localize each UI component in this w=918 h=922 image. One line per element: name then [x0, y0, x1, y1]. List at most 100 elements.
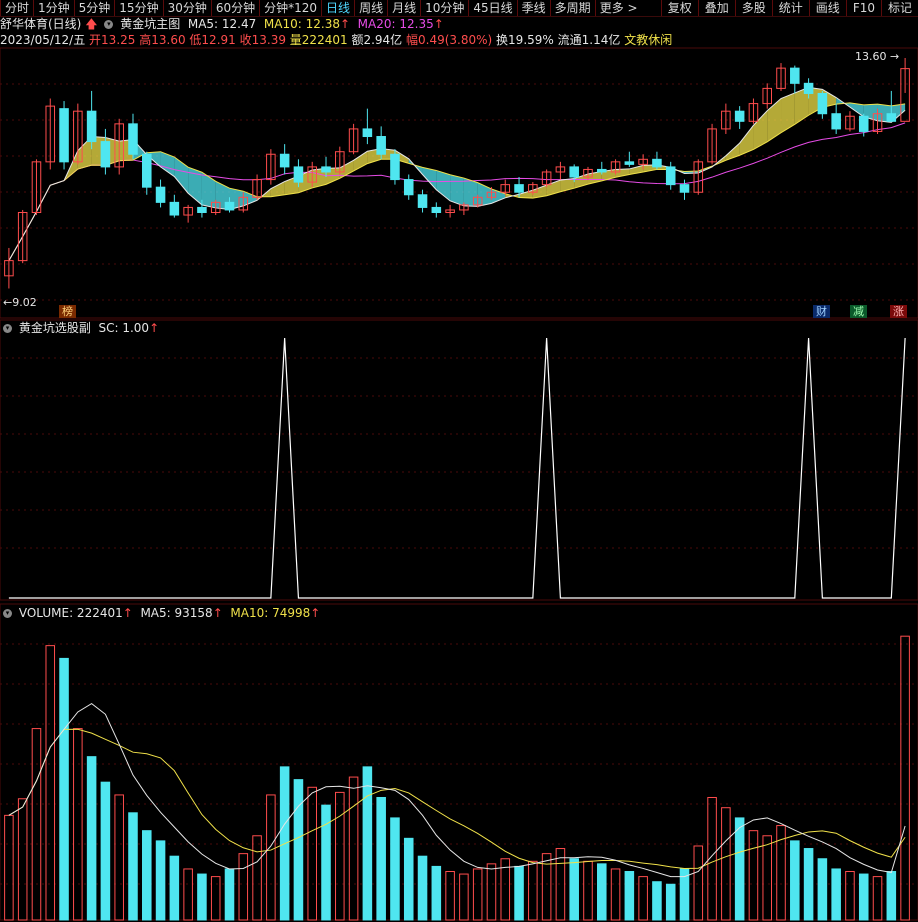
ma-ribbon-segment	[753, 110, 768, 150]
volume-bar	[128, 812, 138, 921]
chevron-down-icon[interactable]: ▾	[3, 324, 12, 333]
volume-bar	[638, 876, 648, 921]
sc-value: SC: 1.00	[98, 321, 150, 335]
volume-bar	[721, 807, 731, 921]
candle-body	[100, 141, 111, 168]
panel-frame-1	[0, 319, 918, 601]
volume-bar	[73, 728, 83, 921]
low-price-value: 9.02	[12, 296, 37, 309]
sc-signal-line	[8, 337, 906, 599]
candle-body	[362, 128, 373, 138]
candle-body	[665, 166, 676, 186]
volume-bar	[569, 858, 579, 921]
volume-ma10: MA10: 74998	[230, 606, 311, 620]
candle-body	[803, 82, 814, 94]
volume-bar	[348, 776, 359, 921]
bang-badge[interactable]: 榜	[59, 305, 76, 318]
volume-bar	[141, 830, 152, 921]
candle-body	[417, 194, 428, 208]
volume-bar	[693, 845, 704, 921]
volume-bar	[266, 794, 276, 921]
volume-bar	[403, 837, 414, 921]
volume-bar	[183, 868, 193, 921]
volume-bar	[790, 840, 800, 921]
volume-bar	[86, 756, 97, 921]
price-chart[interactable]	[0, 0, 918, 922]
volume-bar	[817, 858, 828, 921]
volume-bar	[197, 873, 207, 921]
candle-body	[831, 113, 841, 130]
ma-ribbon-segment	[781, 92, 795, 133]
volume-bar	[610, 868, 621, 921]
volume-bar	[17, 798, 28, 921]
volume-bar	[652, 881, 662, 921]
volume-bar	[845, 871, 855, 921]
chevron-down-icon[interactable]: ▾	[3, 609, 12, 618]
candle-body	[128, 123, 138, 155]
candle-body	[569, 166, 579, 178]
volume-bar	[335, 791, 345, 921]
volume-bar	[238, 853, 249, 921]
volume-bar	[831, 868, 841, 921]
volume-bar	[858, 873, 869, 921]
candle-body	[376, 136, 386, 155]
volume-bar	[362, 766, 373, 921]
candle-body	[886, 113, 897, 122]
candle-body	[59, 108, 69, 163]
candle-body	[596, 168, 607, 173]
volume-bar	[514, 865, 524, 921]
candle-body	[293, 166, 304, 183]
ma-ribbon-segment	[422, 167, 437, 190]
volume-bar	[390, 817, 400, 921]
volume-bar	[59, 657, 69, 921]
volume-bar	[472, 868, 483, 921]
ma-ribbon-segment	[353, 151, 368, 171]
cai-badge[interactable]: 财	[813, 305, 830, 318]
volume-bar	[665, 883, 676, 921]
volume-bar	[376, 796, 386, 921]
volume-bar	[252, 835, 262, 921]
sub-indicator-header: ▾ 黄金坑选股副 SC: 1.00↑	[0, 320, 159, 336]
candle-body	[197, 206, 207, 213]
volume-bar	[803, 848, 814, 921]
ma-ribbon-segment	[436, 170, 451, 201]
zhang-badge[interactable]: 涨	[890, 305, 907, 318]
candle-body	[390, 153, 400, 181]
volume-bar	[624, 871, 635, 921]
volume-bar	[596, 863, 607, 921]
sub-indicator-name[interactable]: 黄金坑选股副	[19, 321, 91, 335]
volume-bar	[445, 871, 455, 921]
candle-body	[86, 110, 97, 143]
candle-body	[169, 201, 180, 216]
candle-body	[652, 158, 662, 168]
volume-bar	[100, 781, 111, 921]
jian-badge[interactable]: 减	[850, 305, 867, 318]
volume-bar	[872, 876, 883, 921]
candle-body	[321, 166, 331, 173]
candle-body	[624, 161, 635, 165]
volume-bar	[45, 645, 56, 921]
volume-bar	[431, 865, 442, 921]
candle-body	[431, 206, 442, 213]
volume-bar	[734, 817, 745, 921]
volume-bar	[114, 794, 124, 921]
ma-ribbon-segment	[160, 151, 175, 177]
volume-bar	[900, 635, 910, 921]
candle-body	[734, 110, 745, 122]
volume-bar	[762, 835, 773, 921]
volume-value: VOLUME: 222401	[18, 606, 123, 620]
volume-bar	[31, 728, 42, 921]
low-price-mark: ←9.02	[3, 296, 37, 309]
high-price-mark: 13.60 →	[855, 50, 900, 63]
volume-ma5: MA5: 93158	[140, 606, 213, 620]
candle-body	[279, 153, 290, 168]
ma-ribbon-segment	[270, 181, 285, 197]
volume-bar	[224, 868, 235, 921]
volume-bar	[155, 840, 166, 921]
volume-bar	[210, 876, 221, 921]
candle-body	[514, 184, 524, 193]
candle-body	[224, 201, 235, 211]
volume-bar	[4, 814, 14, 921]
volume-bar	[583, 860, 593, 921]
volume-bar	[169, 855, 180, 921]
